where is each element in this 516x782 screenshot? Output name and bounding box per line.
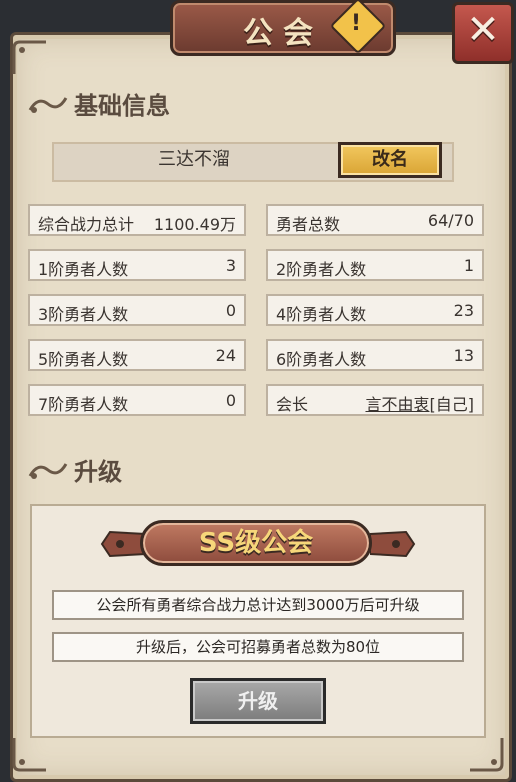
upgrade-requirement: 公会所有勇者综合战力总计达到3000万后可升级 (52, 590, 464, 620)
corner-ornament-icon (470, 738, 504, 772)
stat-total-power: 综合战力总计 1100.49万 (28, 204, 246, 236)
leader-name-link[interactable]: 言不由衷 (365, 395, 429, 414)
corner-ornament-icon (12, 40, 46, 74)
upgrade-benefit: 升级后，公会可招募勇者总数为80位 (52, 632, 464, 662)
stat-label: 综合战力总计 (38, 215, 135, 234)
stat-tier7-count: 7阶勇者人数 0 (28, 384, 246, 416)
stat-label: 1阶勇者人数 (38, 260, 129, 279)
stat-value: 0 (225, 391, 236, 410)
section-heading-text: 基础信息 (74, 92, 170, 120)
close-icon[interactable]: ✕ (455, 5, 511, 61)
stat-value: 3 (225, 256, 236, 275)
stat-tier3-count: 3阶勇者人数 0 (28, 294, 246, 326)
stat-guild-leader: 会长 言不由衷[自己] (266, 384, 484, 416)
stat-tier4-count: 4阶勇者人数 23 (266, 294, 484, 326)
stat-total-heroes: 勇者总数 64/70 (266, 204, 484, 236)
stat-value: 23 (453, 301, 474, 320)
leader-self-tag: [自己] (429, 395, 475, 414)
stat-tier5-count: 5阶勇者人数 24 (28, 339, 246, 371)
section-heading-upgrade: 升级 (28, 452, 122, 487)
stat-tier1-count: 1阶勇者人数 3 (28, 249, 246, 281)
section-scroll-icon (28, 462, 68, 479)
stat-label: 6阶勇者人数 (276, 350, 367, 369)
stat-label: 3阶勇者人数 (38, 305, 129, 324)
section-heading-text: 升级 (74, 458, 122, 486)
stat-tier6-count: 6阶勇者人数 13 (266, 339, 484, 371)
stat-label: 7阶勇者人数 (38, 395, 129, 414)
stat-value: 24 (215, 346, 236, 365)
corner-ornament-icon (12, 738, 46, 772)
stat-value: 0 (225, 301, 236, 320)
stat-label: 5阶勇者人数 (38, 350, 129, 369)
section-scroll-icon (28, 96, 68, 113)
stat-value: 64/70 (427, 211, 474, 230)
stat-tier2-count: 2阶勇者人数 1 (266, 249, 484, 281)
rename-button[interactable]: 改名 (338, 142, 442, 178)
stat-value: 13 (453, 346, 474, 365)
warning-icon-glyph[interactable]: ! (338, 6, 374, 42)
close-button[interactable]: ✕ (452, 2, 514, 64)
section-heading-basic-info: 基础信息 (28, 86, 170, 121)
upgrade-button[interactable]: 升级 (190, 678, 326, 724)
stat-value: 1100.49万 (153, 215, 236, 234)
guild-name-field: 三达不溜 (158, 149, 230, 170)
banner-wing-right-icon (370, 530, 416, 558)
guild-grade-label: SS级公会 (198, 528, 314, 558)
stat-label: 会长 (276, 395, 309, 414)
stat-label: 2阶勇者人数 (276, 260, 367, 279)
stat-label: 4阶勇者人数 (276, 305, 367, 324)
stat-value: 1 (463, 256, 474, 275)
stat-label: 勇者总数 (276, 215, 341, 234)
leader-value: 言不由衷[自己] (365, 391, 474, 415)
